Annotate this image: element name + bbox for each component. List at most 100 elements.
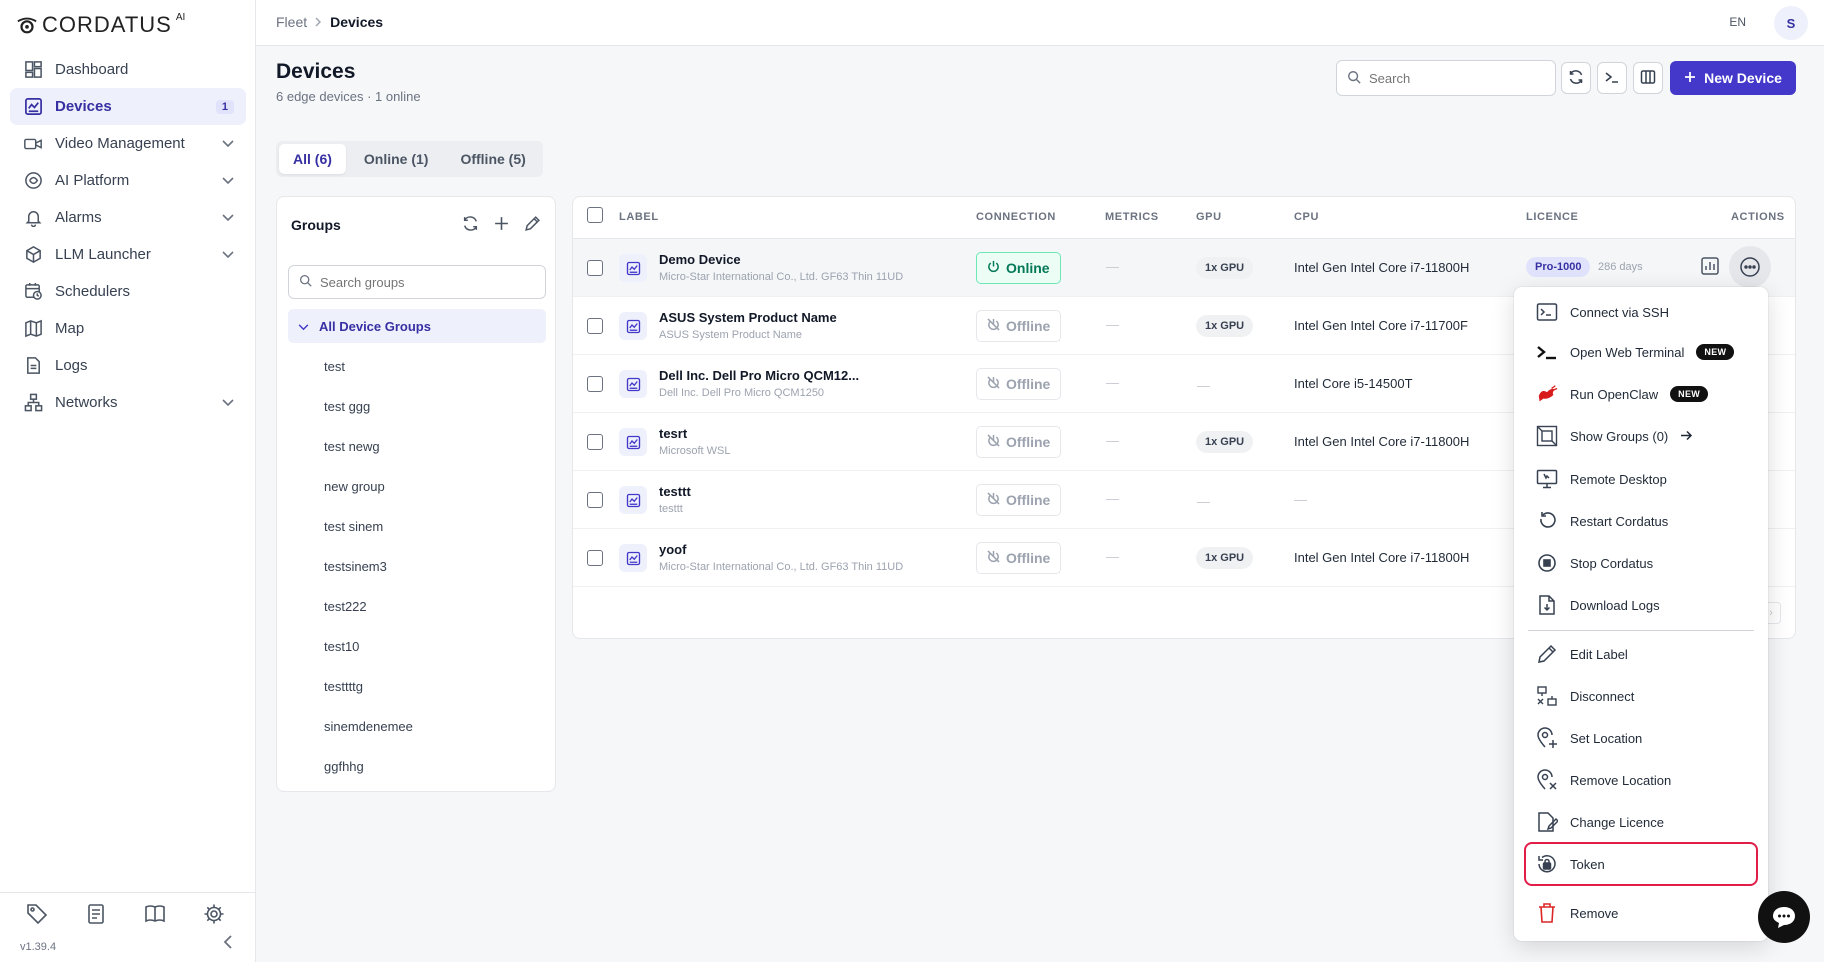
- group-item[interactable]: test10: [324, 627, 413, 667]
- nav-label: Networks: [55, 394, 118, 411]
- nav-item-logs[interactable]: Logs: [10, 347, 246, 384]
- nav-item-map[interactable]: Map: [10, 310, 246, 347]
- group-item[interactable]: testtttg: [324, 667, 413, 707]
- group-item[interactable]: test ggg: [324, 387, 413, 427]
- menu-item-set-location[interactable]: Set Location: [1526, 718, 1756, 758]
- columns-button[interactable]: [1633, 62, 1663, 94]
- add-group-icon[interactable]: [493, 215, 510, 235]
- chevron-down-icon: [222, 248, 234, 262]
- row-checkbox[interactable]: [587, 318, 603, 334]
- device-name[interactable]: ASUS System Product Name: [659, 310, 837, 325]
- group-item[interactable]: sinemdenemee: [324, 707, 413, 747]
- nav-item-ai-platform[interactable]: AI Platform: [10, 162, 246, 199]
- power-off-icon: [987, 318, 1000, 334]
- nav-item-schedulers[interactable]: Schedulers: [10, 273, 246, 310]
- menu-item-restart-cordatus[interactable]: Restart Cordatus: [1526, 501, 1756, 541]
- breadcrumb-fleet[interactable]: Fleet: [276, 14, 307, 30]
- app-logo[interactable]: CORDATUS AI: [16, 12, 185, 38]
- video-icon: [22, 133, 44, 155]
- power-off-icon: [987, 434, 1000, 450]
- group-item[interactable]: test: [324, 347, 413, 387]
- new-device-button[interactable]: New Device: [1670, 61, 1796, 95]
- menu-item-open-web-terminal[interactable]: Open Web Terminal NEW: [1526, 332, 1756, 372]
- row-checkbox[interactable]: [587, 434, 603, 450]
- device-name[interactable]: Dell Inc. Dell Pro Micro QCM12...: [659, 368, 859, 383]
- token-icon: [1536, 853, 1558, 875]
- tab-offline[interactable]: Offline (5): [446, 144, 539, 174]
- menu-item-connect-ssh[interactable]: Connect via SSH: [1526, 292, 1756, 332]
- dashboard-icon: [22, 59, 44, 81]
- chevron-down-icon: [298, 319, 309, 334]
- nav-label: Dashboard: [55, 61, 129, 78]
- row-checkbox[interactable]: [587, 260, 603, 276]
- search-input[interactable]: [1369, 70, 1539, 86]
- device-name[interactable]: tesrt: [659, 426, 687, 441]
- group-item[interactable]: testsinem3: [324, 547, 413, 587]
- nav-item-alarms[interactable]: Alarms: [10, 199, 246, 236]
- nav-item-devices[interactable]: Devices 1: [10, 88, 246, 125]
- menu-item-remote-desktop[interactable]: Remote Desktop: [1526, 459, 1756, 499]
- group-item[interactable]: test222: [324, 587, 413, 627]
- language-switch[interactable]: EN: [1729, 15, 1746, 29]
- metrics-value: —: [1106, 317, 1119, 332]
- topbar: Fleet Devices EN S: [256, 0, 1824, 46]
- collapse-sidebar-icon[interactable]: [223, 935, 232, 954]
- tab-all[interactable]: All (6): [279, 144, 346, 174]
- chevron-down-icon: [222, 396, 234, 410]
- release-notes-icon[interactable]: [85, 903, 107, 928]
- refresh-button[interactable]: [1561, 62, 1591, 94]
- groups-title: Groups: [291, 217, 341, 233]
- menu-item-download-logs[interactable]: Download Logs: [1526, 585, 1756, 625]
- menu-item-label: Change Licence: [1570, 814, 1664, 830]
- nav-item-llm-launcher[interactable]: LLM Launcher: [10, 236, 246, 273]
- connection-status-label: Online: [1006, 260, 1050, 276]
- menu-item-stop-cordatus[interactable]: Stop Cordatus: [1526, 543, 1756, 583]
- user-avatar[interactable]: S: [1774, 6, 1808, 40]
- nav-item-video-management[interactable]: Video Management: [10, 125, 246, 162]
- column-connection[interactable]: CONNECTION: [976, 211, 1056, 223]
- group-item[interactable]: test sinem: [324, 507, 413, 547]
- book-icon[interactable]: [144, 903, 166, 928]
- bar-chart-icon[interactable]: [1700, 256, 1720, 279]
- group-item[interactable]: new group: [324, 467, 413, 507]
- row-checkbox[interactable]: [587, 376, 603, 392]
- connection-status-label: Offline: [1006, 434, 1051, 450]
- terminal-button[interactable]: [1597, 62, 1627, 94]
- restart-icon: [1536, 510, 1558, 532]
- nav-item-dashboard[interactable]: Dashboard: [10, 51, 246, 88]
- column-label[interactable]: LABEL: [619, 211, 659, 223]
- row-checkbox[interactable]: [587, 492, 603, 508]
- nav-item-networks[interactable]: Networks: [10, 384, 246, 421]
- device-icon: [619, 254, 647, 282]
- device-name[interactable]: yoof: [659, 542, 686, 557]
- map-icon: [22, 318, 44, 340]
- menu-item-label: Token: [1570, 856, 1605, 872]
- menu-item-disconnect[interactable]: Disconnect: [1526, 676, 1756, 716]
- menu-item-remove[interactable]: Remove: [1526, 893, 1756, 933]
- more-actions-button[interactable]: [1729, 246, 1771, 288]
- set-location-icon: [1536, 727, 1558, 749]
- tag-icon[interactable]: [26, 903, 48, 928]
- group-all-devices[interactable]: All Device Groups: [288, 309, 546, 343]
- group-item[interactable]: test newg: [324, 427, 413, 467]
- groups-search-input[interactable]: [320, 274, 530, 290]
- select-all-checkbox[interactable]: [587, 207, 603, 223]
- tab-online[interactable]: Online (1): [350, 144, 443, 174]
- gear-icon[interactable]: [203, 903, 225, 928]
- menu-item-show-groups[interactable]: Show Groups (0): [1526, 416, 1756, 456]
- menu-item-token[interactable]: Token: [1524, 842, 1758, 886]
- device-name[interactable]: Demo Device: [659, 252, 741, 267]
- menu-item-remove-location[interactable]: Remove Location: [1526, 760, 1756, 800]
- row-checkbox[interactable]: [587, 550, 603, 566]
- device-name[interactable]: testtt: [659, 484, 691, 499]
- connection-status-label: Offline: [1006, 492, 1051, 508]
- menu-item-run-openclaw[interactable]: Run OpenClaw NEW: [1526, 374, 1756, 414]
- refresh-groups-icon[interactable]: [462, 215, 479, 235]
- group-item[interactable]: ggfhhg: [324, 747, 413, 787]
- metrics-value: —: [1106, 259, 1119, 274]
- column-cpu: CPU: [1294, 211, 1320, 223]
- menu-item-edit-label[interactable]: Edit Label: [1526, 634, 1756, 674]
- menu-item-change-licence[interactable]: Change Licence: [1526, 802, 1756, 842]
- edit-groups-icon[interactable]: [524, 215, 541, 235]
- chat-button[interactable]: [1758, 891, 1810, 943]
